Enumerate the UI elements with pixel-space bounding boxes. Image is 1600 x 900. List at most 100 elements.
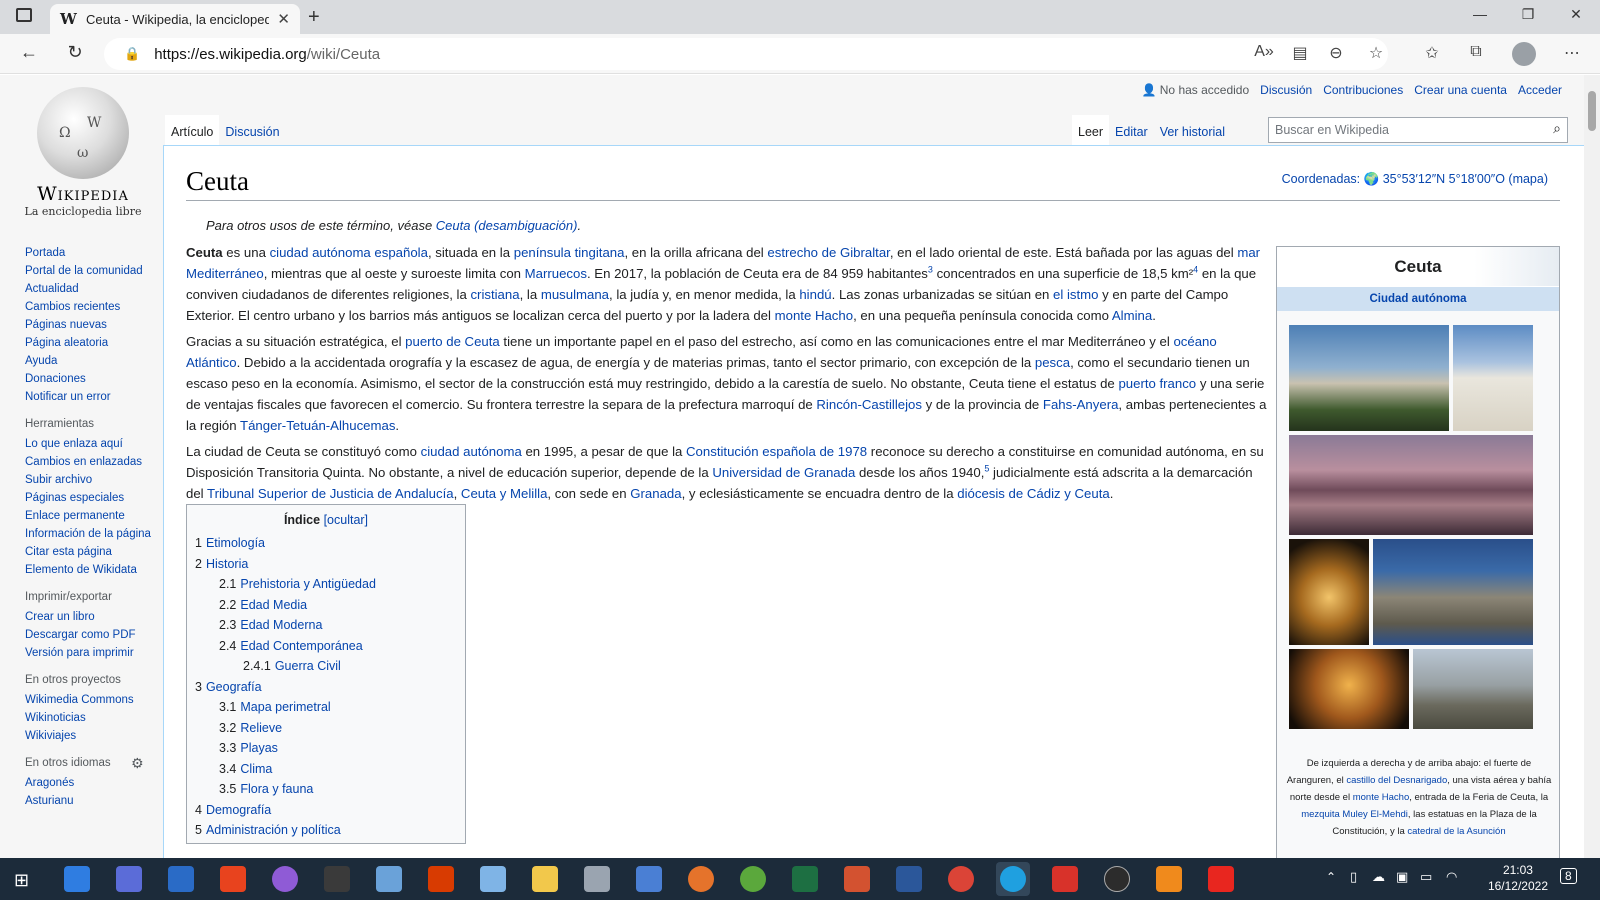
article-link[interactable]: Fahs-Anyera [1043, 397, 1119, 412]
sidebar-link-1[interactable]: Portal de la comunidad [25, 265, 160, 278]
address-bar[interactable]: 🔒 https://es.wikipedia.org/wiki/Ceuta [104, 38, 1388, 70]
battery-icon[interactable]: ▭ [1420, 869, 1432, 885]
article-link[interactable]: diócesis de Cádiz y Ceuta [957, 486, 1109, 501]
coordinates-value[interactable]: 35°53′12″N 5°18′00″O [1383, 172, 1505, 186]
article-link[interactable]: monte Hacho [775, 308, 853, 323]
toc-item[interactable]: 1 Etimología [195, 533, 457, 554]
link-user-talk[interactable]: Discusión [1260, 83, 1312, 97]
sidebar-link-5[interactable]: Página aleatoria [25, 337, 160, 350]
obs-icon[interactable] [1104, 866, 1130, 892]
close-tab-icon[interactable]: ✕ [277, 10, 290, 28]
sidebar-tool-2[interactable]: Subir archivo [25, 474, 160, 487]
article-link[interactable]: hindú [799, 287, 831, 302]
toc-link[interactable]: Mapa perimetral [240, 700, 330, 714]
tab-article[interactable]: Artículo [165, 115, 220, 146]
toc-link[interactable]: Clima [240, 762, 272, 776]
notification-center-icon[interactable]: 8 [1560, 868, 1577, 884]
powerpoint-icon[interactable] [844, 866, 870, 892]
tab-read[interactable]: Leer [1072, 115, 1110, 146]
gear-icon[interactable]: ⚙ [131, 755, 144, 772]
qgis-icon[interactable] [740, 866, 766, 892]
toc-link[interactable]: Geografía [206, 680, 262, 694]
tab-actions-icon[interactable] [16, 8, 32, 22]
toc-toggle[interactable]: [ocultar] [324, 513, 368, 527]
article-link[interactable]: cristiana [470, 287, 519, 302]
immersive-reader-icon[interactable]: ▤ [1288, 43, 1312, 63]
article-link[interactable]: Constitución española de 1978 [686, 444, 867, 459]
toc-link[interactable]: Playas [240, 741, 278, 755]
photo-plaza-statues[interactable] [1289, 649, 1409, 729]
close-window-icon[interactable]: ✕ [1556, 6, 1596, 23]
chrome-icon[interactable] [948, 866, 974, 892]
sidebar-print-2[interactable]: Versión para imprimir [25, 647, 160, 660]
cloud-icon[interactable]: ☁ [1372, 869, 1385, 885]
photo-cathedral[interactable] [1413, 649, 1533, 729]
windows-start-icon[interactable]: ⊞ [14, 870, 29, 891]
toc-link[interactable]: Relieve [240, 721, 282, 735]
article-link[interactable]: Ceuta y Melilla [461, 486, 548, 501]
new-tab-icon[interactable]: + [308, 6, 320, 29]
wifi-icon[interactable]: ◠ [1446, 869, 1457, 885]
article-link[interactable]: pesca [1035, 355, 1070, 370]
word-icon[interactable] [896, 866, 922, 892]
toc-item[interactable]: 2.4 Edad Contemporánea [195, 636, 457, 657]
profile-avatar[interactable] [1512, 42, 1536, 66]
app-orange-icon[interactable] [688, 866, 714, 892]
app-lightning-icon[interactable] [324, 866, 350, 892]
photo-aerial-bay[interactable] [1289, 435, 1533, 535]
sidebar-link-4[interactable]: Páginas nuevas [25, 319, 160, 332]
photo-castillo-desnarigado[interactable] [1453, 325, 1533, 431]
browser-tab[interactable]: W Ceuta - Wikipedia, la enciclopedi ✕ [50, 4, 300, 34]
photo-fort-aranguren[interactable] [1289, 325, 1449, 431]
favorites-icon[interactable]: ✩ [1420, 43, 1444, 63]
article-link[interactable]: estrecho de Gibraltar [767, 245, 889, 260]
screen-recorder-icon[interactable] [1052, 866, 1078, 892]
infobox-subtitle[interactable]: Ciudad autónoma [1277, 287, 1559, 311]
article-link[interactable]: península tingitana [514, 245, 625, 260]
read-aloud-icon[interactable]: A» [1252, 43, 1276, 61]
toc-item[interactable]: 3.3 Playas [195, 738, 457, 759]
lock-icon[interactable]: 🔒 [124, 46, 140, 62]
tab-history[interactable]: Ver historial [1153, 115, 1231, 146]
sidebar-tool-4[interactable]: Enlace permanente [25, 510, 160, 523]
zoom-icon[interactable]: ⊖ [1324, 43, 1348, 63]
toc-item[interactable]: 3.1 Mapa perimetral [195, 697, 457, 718]
office-icon[interactable] [428, 866, 454, 892]
add-favorite-icon[interactable]: ☆ [1364, 43, 1388, 63]
minimize-icon[interactable]: — [1460, 6, 1500, 22]
toc-link[interactable]: Guerra Civil [275, 659, 341, 673]
toc-item[interactable]: 2.2 Edad Media [195, 595, 457, 616]
article-link[interactable]: Tribunal Superior de Justicia de Andaluc… [207, 486, 454, 501]
sidebar-project-2[interactable]: Wikiviajes [25, 730, 160, 743]
article-link[interactable]: ciudad autónoma [421, 444, 522, 459]
photo-fair-entrance[interactable] [1289, 539, 1369, 645]
vlc-icon[interactable] [1156, 866, 1182, 892]
toc-link[interactable]: Edad Media [240, 598, 307, 612]
network-icon[interactable]: ▣ [1396, 869, 1408, 885]
link-create-account[interactable]: Crear una cuenta [1414, 83, 1507, 97]
restore-icon[interactable]: ❐ [1508, 6, 1548, 23]
sidebar-project-1[interactable]: Wikinoticias [25, 712, 160, 725]
article-link[interactable]: Tánger-Tetuán-Alhucemas [240, 418, 395, 433]
sidebar-tool-6[interactable]: Citar esta página [25, 546, 160, 559]
toc-link[interactable]: Etimología [206, 536, 265, 550]
app-paint-icon[interactable] [376, 866, 402, 892]
toc-item[interactable]: 2.3 Edad Moderna [195, 615, 457, 636]
article-link[interactable]: Rincón-Castillejos [816, 397, 922, 412]
sidebar-language-1[interactable]: Asturianu [25, 795, 160, 808]
sidebar-link-3[interactable]: Cambios recientes [25, 301, 160, 314]
caption-link[interactable]: catedral de la Asunción [1407, 826, 1505, 837]
article-link[interactable]: musulmana [541, 287, 609, 302]
toc-link[interactable]: Edad Moderna [240, 618, 322, 632]
back-icon[interactable]: ← [17, 42, 41, 63]
mail-icon[interactable] [168, 866, 194, 892]
toc-item[interactable]: 2 Historia [195, 554, 457, 575]
sidebar-print-0[interactable]: Crear un libro [25, 611, 160, 624]
sidebar-link-0[interactable]: Portada [25, 247, 160, 260]
system-clock[interactable]: 21:03 16/12/2022 [1488, 862, 1548, 894]
article-link[interactable]: el istmo [1053, 287, 1098, 302]
toc-link[interactable]: Administración y política [206, 823, 341, 837]
toc-link[interactable]: Demografía [206, 803, 271, 817]
toc-item[interactable]: 3.5 Flora y fauna [195, 779, 457, 800]
store-icon[interactable] [116, 866, 142, 892]
